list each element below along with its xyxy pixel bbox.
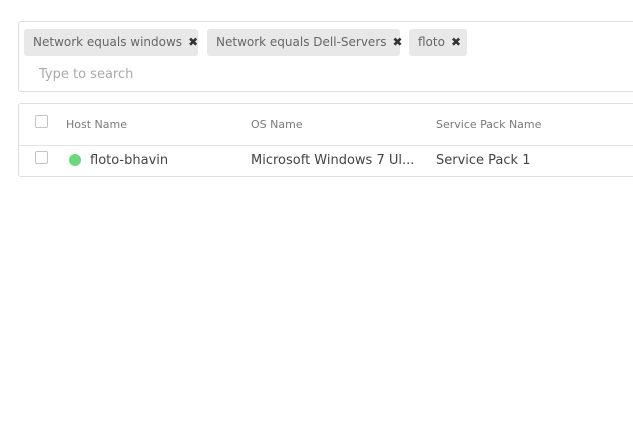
- filter-chip-network-windows[interactable]: Network equals windows ✖: [24, 29, 198, 56]
- hosts-table: Host Name OS Name Service Pack Name flot…: [18, 103, 633, 177]
- filter-chip-label: Network equals Dell-Servers: [216, 35, 387, 49]
- search-input[interactable]: [33, 64, 445, 84]
- filter-chip-label: floto: [418, 35, 445, 49]
- filter-search-box: Network equals windows ✖ Network equals D…: [18, 21, 633, 92]
- column-header-service-pack-name[interactable]: Service Pack Name: [436, 118, 541, 131]
- close-icon[interactable]: ✖: [188, 35, 198, 49]
- os-name-cell: Microsoft Windows 7 Ul...: [251, 153, 415, 168]
- close-icon[interactable]: ✖: [393, 35, 403, 49]
- service-pack-cell: Service Pack 1: [436, 153, 531, 168]
- close-icon[interactable]: ✖: [451, 35, 461, 49]
- filter-chip-floto[interactable]: floto ✖: [409, 29, 467, 56]
- select-all-checkbox[interactable]: [35, 115, 48, 128]
- row-checkbox[interactable]: [35, 151, 48, 164]
- row-divider: [19, 145, 633, 146]
- host-name-cell[interactable]: floto-bhavin: [90, 153, 168, 168]
- column-header-host-name[interactable]: Host Name: [66, 118, 127, 131]
- status-online-icon: [69, 154, 81, 166]
- column-header-os-name[interactable]: OS Name: [251, 118, 303, 131]
- filter-chip-network-dell-servers[interactable]: Network equals Dell-Servers ✖: [207, 29, 403, 56]
- filter-chip-label: Network equals windows: [33, 35, 183, 49]
